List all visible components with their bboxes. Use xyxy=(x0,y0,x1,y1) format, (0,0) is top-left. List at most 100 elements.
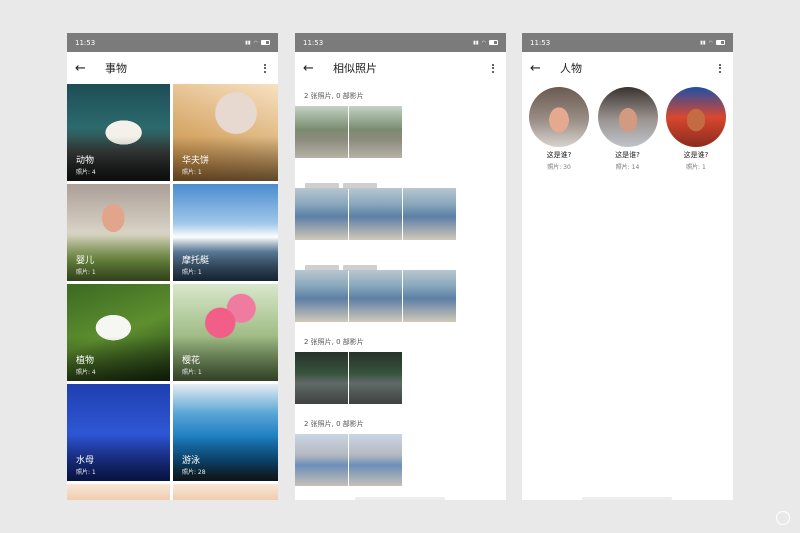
photo-thumb[interactable] xyxy=(295,434,348,486)
tile-count: 照片: 4 xyxy=(76,169,96,176)
people-row: 这是谁? 照片: 30 这是谁? 照片: 14 这是谁? 照片: 1 xyxy=(522,84,733,171)
tile-label: 华夫饼 xyxy=(182,156,210,166)
person-name: 这是谁? xyxy=(546,151,572,159)
more-vert-icon[interactable] xyxy=(715,63,725,73)
battery-icon xyxy=(716,40,725,45)
group-thumbs xyxy=(295,352,506,404)
status-icons: ▮▮ ◠ xyxy=(700,40,725,46)
more-vert-icon[interactable] xyxy=(488,63,498,73)
group-thumbs xyxy=(295,106,506,158)
wifi-icon: ◠ xyxy=(481,39,486,46)
tile-label: 樱花 xyxy=(182,356,201,366)
photo-thumb[interactable] xyxy=(295,352,348,404)
things-grid: 动物 照片: 4 华夫饼 照片: 1 婴儿 照片: 1 摩托艇 照片: 1 植物… xyxy=(67,84,278,500)
things-screen: 11:53 ▮▮ ◠ ← 事物 动物 照片: 4 华夫饼 照片: 1 婴儿 照片… xyxy=(67,33,278,500)
photo-thumb[interactable] xyxy=(349,270,402,322)
photo-thumb[interactable] xyxy=(403,270,456,322)
back-arrow-icon[interactable]: ← xyxy=(75,61,93,76)
group-thumbs xyxy=(295,270,506,322)
people-screen: 11:53 ▮▮ ◠ ← 人物 这是谁? 照片: 30 这是谁? 照片: 14 … xyxy=(522,33,733,500)
tile-partial[interactable] xyxy=(67,484,170,500)
tile-label: 植物 xyxy=(76,356,95,366)
avatar[interactable] xyxy=(597,87,658,147)
group-header: 2 张照片, 0 部影片 xyxy=(304,338,364,346)
signal-icon: ▮▮ xyxy=(700,39,706,46)
watermark-icon xyxy=(776,511,790,525)
status-time: 11:53 xyxy=(530,38,551,47)
page-title: 相似照片 xyxy=(333,62,377,75)
photo-thumb[interactable] xyxy=(295,270,348,322)
tile-label: 水母 xyxy=(76,456,95,466)
tile-count: 照片: 1 xyxy=(182,169,202,176)
group-header: 2 张照片, 0 部影片 xyxy=(304,420,364,428)
status-bar: 11:53 ▮▮ ◠ xyxy=(67,33,278,52)
person-name: 这是谁? xyxy=(683,151,709,159)
status-time: 11:53 xyxy=(75,38,96,47)
tile-swimming[interactable]: 游泳 照片: 28 xyxy=(173,384,278,481)
wifi-icon: ◠ xyxy=(708,39,713,46)
status-time: 11:53 xyxy=(303,38,324,47)
person-card[interactable]: 这是谁? 照片: 30 xyxy=(528,87,590,171)
tile-count: 照片: 1 xyxy=(76,269,96,276)
person-count: 照片: 1 xyxy=(686,164,706,171)
blurred-header xyxy=(295,166,506,189)
person-card[interactable]: 这是谁? 照片: 14 xyxy=(597,87,659,171)
wifi-icon: ◠ xyxy=(253,39,258,46)
tile-label: 婴儿 xyxy=(76,256,95,266)
page-title: 事物 xyxy=(105,62,127,75)
group-header: 2 张照片, 0 部影片 xyxy=(304,92,364,100)
app-bar: ← 事物 xyxy=(67,52,278,84)
person-card[interactable]: 这是谁? 照片: 1 xyxy=(665,87,727,171)
tile-jellyfish[interactable]: 水母 照片: 1 xyxy=(67,384,170,481)
photo-thumb[interactable] xyxy=(349,188,402,240)
tile-sakura[interactable]: 樱花 照片: 1 xyxy=(173,284,278,381)
photo-thumb[interactable] xyxy=(295,188,348,240)
battery-icon xyxy=(489,40,498,45)
avatar[interactable] xyxy=(666,87,726,147)
app-bar: ← 人物 xyxy=(522,52,733,84)
scroll-indicator xyxy=(582,497,672,500)
avatar[interactable] xyxy=(529,87,589,147)
status-bar: 11:53 ▮▮ ◠ xyxy=(295,33,506,52)
tile-count: 照片: 1 xyxy=(182,369,202,376)
scroll-indicator xyxy=(355,497,445,500)
status-icons: ▮▮ ◠ xyxy=(473,40,498,46)
photo-thumb[interactable] xyxy=(349,352,402,404)
status-bar: 11:53 ▮▮ ◠ xyxy=(522,33,733,52)
status-icons: ▮▮ ◠ xyxy=(245,40,270,46)
photo-thumb[interactable] xyxy=(295,106,348,158)
back-arrow-icon[interactable]: ← xyxy=(530,61,548,76)
page-title: 人物 xyxy=(560,62,582,75)
app-bar: ← 相似照片 xyxy=(295,52,506,84)
tile-plant[interactable]: 植物 照片: 4 xyxy=(67,284,170,381)
tile-count: 照片: 1 xyxy=(182,269,202,276)
person-count: 照片: 30 xyxy=(547,164,571,171)
battery-icon xyxy=(261,40,270,45)
tile-jetski[interactable]: 摩托艇 照片: 1 xyxy=(173,184,278,281)
blurred-header xyxy=(295,248,506,271)
photo-thumb[interactable] xyxy=(349,434,402,486)
photo-thumb[interactable] xyxy=(349,106,402,158)
photo-thumb[interactable] xyxy=(403,188,456,240)
more-vert-icon[interactable] xyxy=(260,63,270,73)
watermark-logo xyxy=(776,511,790,525)
tile-label: 游泳 xyxy=(182,456,201,466)
tile-count: 照片: 1 xyxy=(76,469,96,476)
tile-count: 照片: 4 xyxy=(76,369,96,376)
tile-animal[interactable]: 动物 照片: 4 xyxy=(67,84,170,181)
signal-icon: ▮▮ xyxy=(473,39,479,46)
group-thumbs xyxy=(295,434,506,486)
signal-icon: ▮▮ xyxy=(245,39,251,46)
tile-count: 照片: 28 xyxy=(182,469,206,476)
person-name: 这是谁? xyxy=(615,151,640,159)
tile-baby[interactable]: 婴儿 照片: 1 xyxy=(67,184,170,281)
group-thumbs xyxy=(295,188,506,240)
similar-list: 2 张照片, 0 部影片 2 张照片, 0 部影片 2 张照片, 0 部影片 xyxy=(295,84,506,486)
tile-label: 动物 xyxy=(76,156,95,166)
tile-label: 摩托艇 xyxy=(182,256,210,266)
tile-waffle[interactable]: 华夫饼 照片: 1 xyxy=(173,84,278,181)
back-arrow-icon[interactable]: ← xyxy=(303,61,321,76)
similar-screen: 11:53 ▮▮ ◠ ← 相似照片 2 张照片, 0 部影片 2 张照片, 0 … xyxy=(295,33,506,500)
tile-partial[interactable] xyxy=(173,484,278,500)
person-count: 照片: 14 xyxy=(615,164,640,171)
